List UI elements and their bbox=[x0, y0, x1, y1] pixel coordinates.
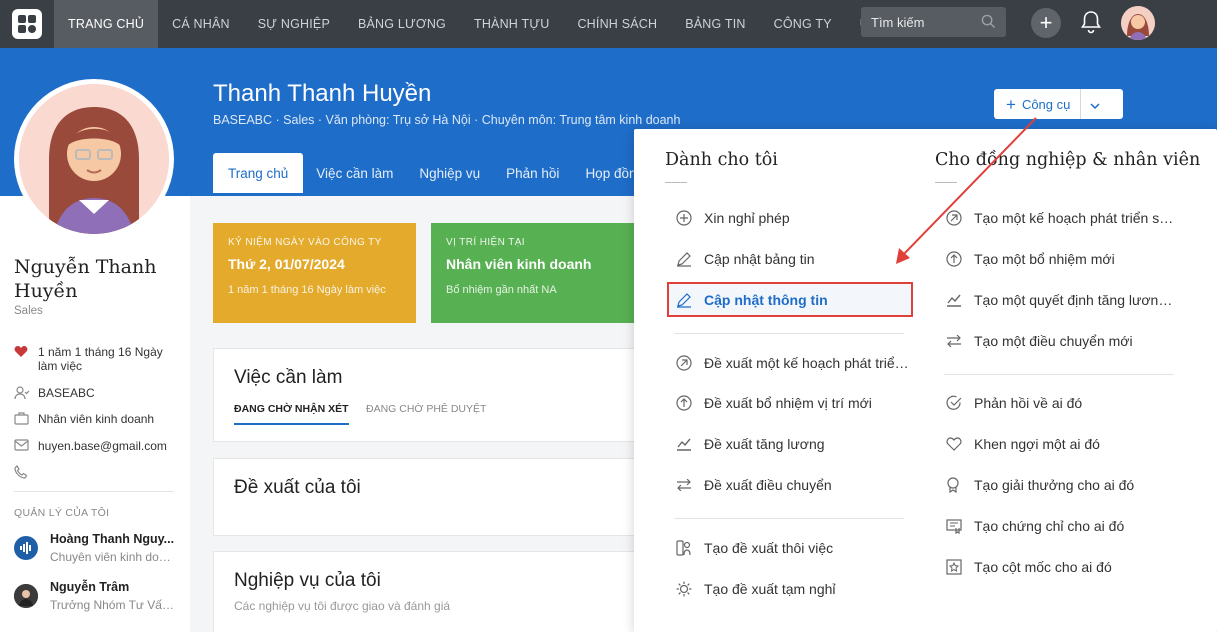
annotation-arrow bbox=[896, 117, 1037, 264]
